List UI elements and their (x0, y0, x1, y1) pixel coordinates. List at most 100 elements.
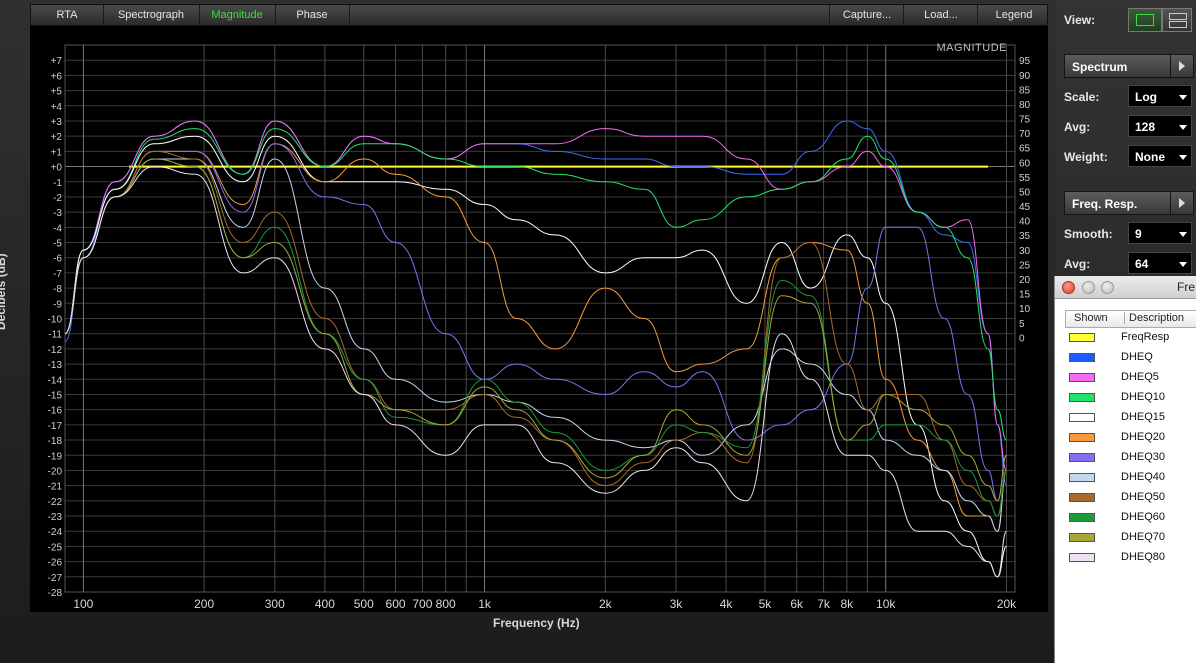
y-tick-label: -4 (53, 223, 62, 234)
legend-swatch[interactable] (1069, 353, 1095, 362)
legend-row[interactable]: DHEQ40 (1065, 468, 1196, 488)
y-axis-label: Decibels (dB) (0, 253, 8, 330)
scale-value: Log (1135, 90, 1157, 104)
chart-title: MAGNITUDE (937, 42, 1008, 54)
y-tick-label: +7 (51, 56, 63, 67)
tab-spectrograph[interactable]: Spectrograph (103, 5, 200, 25)
x-tick-label: 4k (720, 597, 734, 611)
legend-window-titlebar[interactable]: Fre (1055, 276, 1196, 299)
legend-row[interactable]: DHEQ10 (1065, 388, 1196, 408)
series-line-dheq70 (64, 158, 1007, 502)
x-tick-label: 2k (599, 597, 613, 611)
y2-tick-label: 60 (1019, 158, 1031, 169)
y-tick-label: -27 (48, 573, 63, 584)
legend-row[interactable]: FreqResp (1065, 328, 1196, 348)
x-axis-ticks: 100 200 300 400 500 600 700 800 1k 2k 3k 4k 5k 6k 7k 8k… (73, 597, 1017, 611)
column-header-description[interactable]: Description (1124, 312, 1184, 324)
legend-item-label: DHEQ60 (1121, 511, 1166, 523)
split-view-button[interactable] (1162, 8, 1192, 32)
legend-swatch[interactable] (1069, 553, 1095, 562)
y2-tick-label: 25 (1019, 260, 1031, 271)
y2-tick-label: 0 (1019, 333, 1025, 344)
avg2-dropdown[interactable]: 64 (1128, 252, 1192, 274)
weight-dropdown[interactable]: None (1128, 145, 1192, 167)
legend-button[interactable]: Legend (977, 5, 1050, 25)
avg2-value: 64 (1135, 257, 1149, 271)
x-tick-label: 8k (841, 597, 855, 611)
avg-value: 128 (1135, 120, 1156, 134)
legend-row[interactable]: DHEQ5 (1065, 368, 1196, 388)
legend-item-label: DHEQ70 (1121, 531, 1166, 543)
x-tick-label: 500 (354, 597, 374, 611)
y2-tick-label: 20 (1019, 275, 1031, 286)
y2-tick-label: 70 (1019, 129, 1031, 140)
legend-swatch[interactable] (1069, 433, 1095, 442)
legend-swatch[interactable] (1069, 513, 1095, 522)
tab-rta[interactable]: RTA (31, 5, 104, 25)
freq-resp-section-header[interactable]: Freq. Resp. (1064, 191, 1194, 215)
legend-item-label: DHEQ10 (1121, 391, 1166, 403)
scale-dropdown[interactable]: Log (1128, 85, 1192, 107)
legend-swatch[interactable] (1069, 413, 1095, 422)
avg-dropdown[interactable]: 128 (1128, 115, 1192, 137)
view-tab-bar: RTA Spectrograph Magnitude Phase Capture… (30, 4, 1048, 26)
smooth-dropdown[interactable]: 9 (1128, 222, 1192, 244)
y-tick-label: -25 (48, 542, 63, 553)
y2-tick-label: 5 (1019, 319, 1025, 330)
y-tick-label: -6 (53, 254, 62, 265)
legend-row[interactable]: DHEQ80 (1065, 548, 1196, 568)
y-tick-label: -15 (48, 390, 63, 401)
legend-row[interactable]: DHEQ15 (1065, 408, 1196, 428)
legend-row[interactable]: DHEQ60 (1065, 508, 1196, 528)
legend-swatch[interactable] (1069, 493, 1095, 502)
load-button[interactable]: Load... (903, 5, 978, 25)
legend-window-title: Fre (1177, 280, 1195, 294)
y-tick-label: -2 (53, 193, 62, 204)
legend-swatch[interactable] (1069, 453, 1095, 462)
y-tick-label: -12 (48, 345, 63, 356)
tab-magnitude[interactable]: Magnitude (199, 5, 276, 25)
magnitude-plot-area[interactable]: +7 +6 +5 +4 +3 +2 +1 +0 -1 -2 -3 -4 -5 -6 -7 -8 -9 -10 -11… (30, 26, 1048, 612)
close-icon[interactable] (1062, 281, 1075, 294)
series-line-dheq20 (64, 143, 1007, 532)
y-tick-label: -24 (48, 527, 63, 538)
minimize-icon[interactable] (1082, 281, 1095, 294)
legend-swatch[interactable] (1069, 473, 1095, 482)
magnitude-chart: +7 +6 +5 +4 +3 +2 +1 +0 -1 -2 -3 -4 -5 -6 -7 -8 -9 -10 -11… (48, 42, 1031, 611)
tab-phase[interactable]: Phase (275, 5, 350, 25)
legend-swatch[interactable] (1069, 373, 1095, 382)
smooth-value: 9 (1135, 227, 1142, 241)
legend-item-label: DHEQ (1121, 351, 1153, 363)
legend-swatch[interactable] (1069, 333, 1095, 342)
column-header-shown[interactable]: Shown (1074, 312, 1108, 324)
legend-swatch[interactable] (1069, 393, 1095, 402)
x-axis-label: Frequency (Hz) (493, 616, 580, 630)
y-tick-label: -19 (48, 451, 63, 462)
y-tick-label: -9 (53, 299, 62, 310)
legend-row[interactable]: DHEQ20 (1065, 428, 1196, 448)
legend-swatch[interactable] (1069, 533, 1095, 542)
y2-tick-label: 90 (1019, 71, 1031, 82)
y2-tick-label: 80 (1019, 100, 1031, 111)
y2-tick-label: 10 (1019, 304, 1031, 315)
single-view-button[interactable] (1128, 8, 1162, 32)
y-tick-label: -26 (48, 558, 63, 569)
weight-value: None (1135, 150, 1165, 164)
y-tick-label: +3 (51, 117, 63, 128)
y-tick-label: -5 (53, 239, 62, 250)
legend-row[interactable]: DHEQ (1065, 348, 1196, 368)
legend-row[interactable]: DHEQ50 (1065, 488, 1196, 508)
weight-label: Weight: (1064, 150, 1108, 164)
legend-row[interactable]: DHEQ30 (1065, 448, 1196, 468)
legend-row[interactable]: DHEQ70 (1065, 528, 1196, 548)
x-tick-label: 300 (265, 597, 285, 611)
capture-button[interactable]: Capture... (829, 5, 904, 25)
chevron-right-icon (1170, 55, 1193, 77)
legend-item-label: DHEQ80 (1121, 551, 1166, 563)
y-axis-ticks: +7 +6 +5 +4 +3 +2 +1 +0 -1 -2 -3 -4 -5 -6 -7 -8 -9 -10 -11… (48, 56, 63, 599)
y2-tick-label: 65 (1019, 144, 1031, 155)
spectrum-section-header[interactable]: Spectrum (1064, 54, 1194, 78)
zoom-icon[interactable] (1101, 281, 1114, 294)
x-tick-label: 700 (412, 597, 432, 611)
x-tick-label: 7k (817, 597, 831, 611)
